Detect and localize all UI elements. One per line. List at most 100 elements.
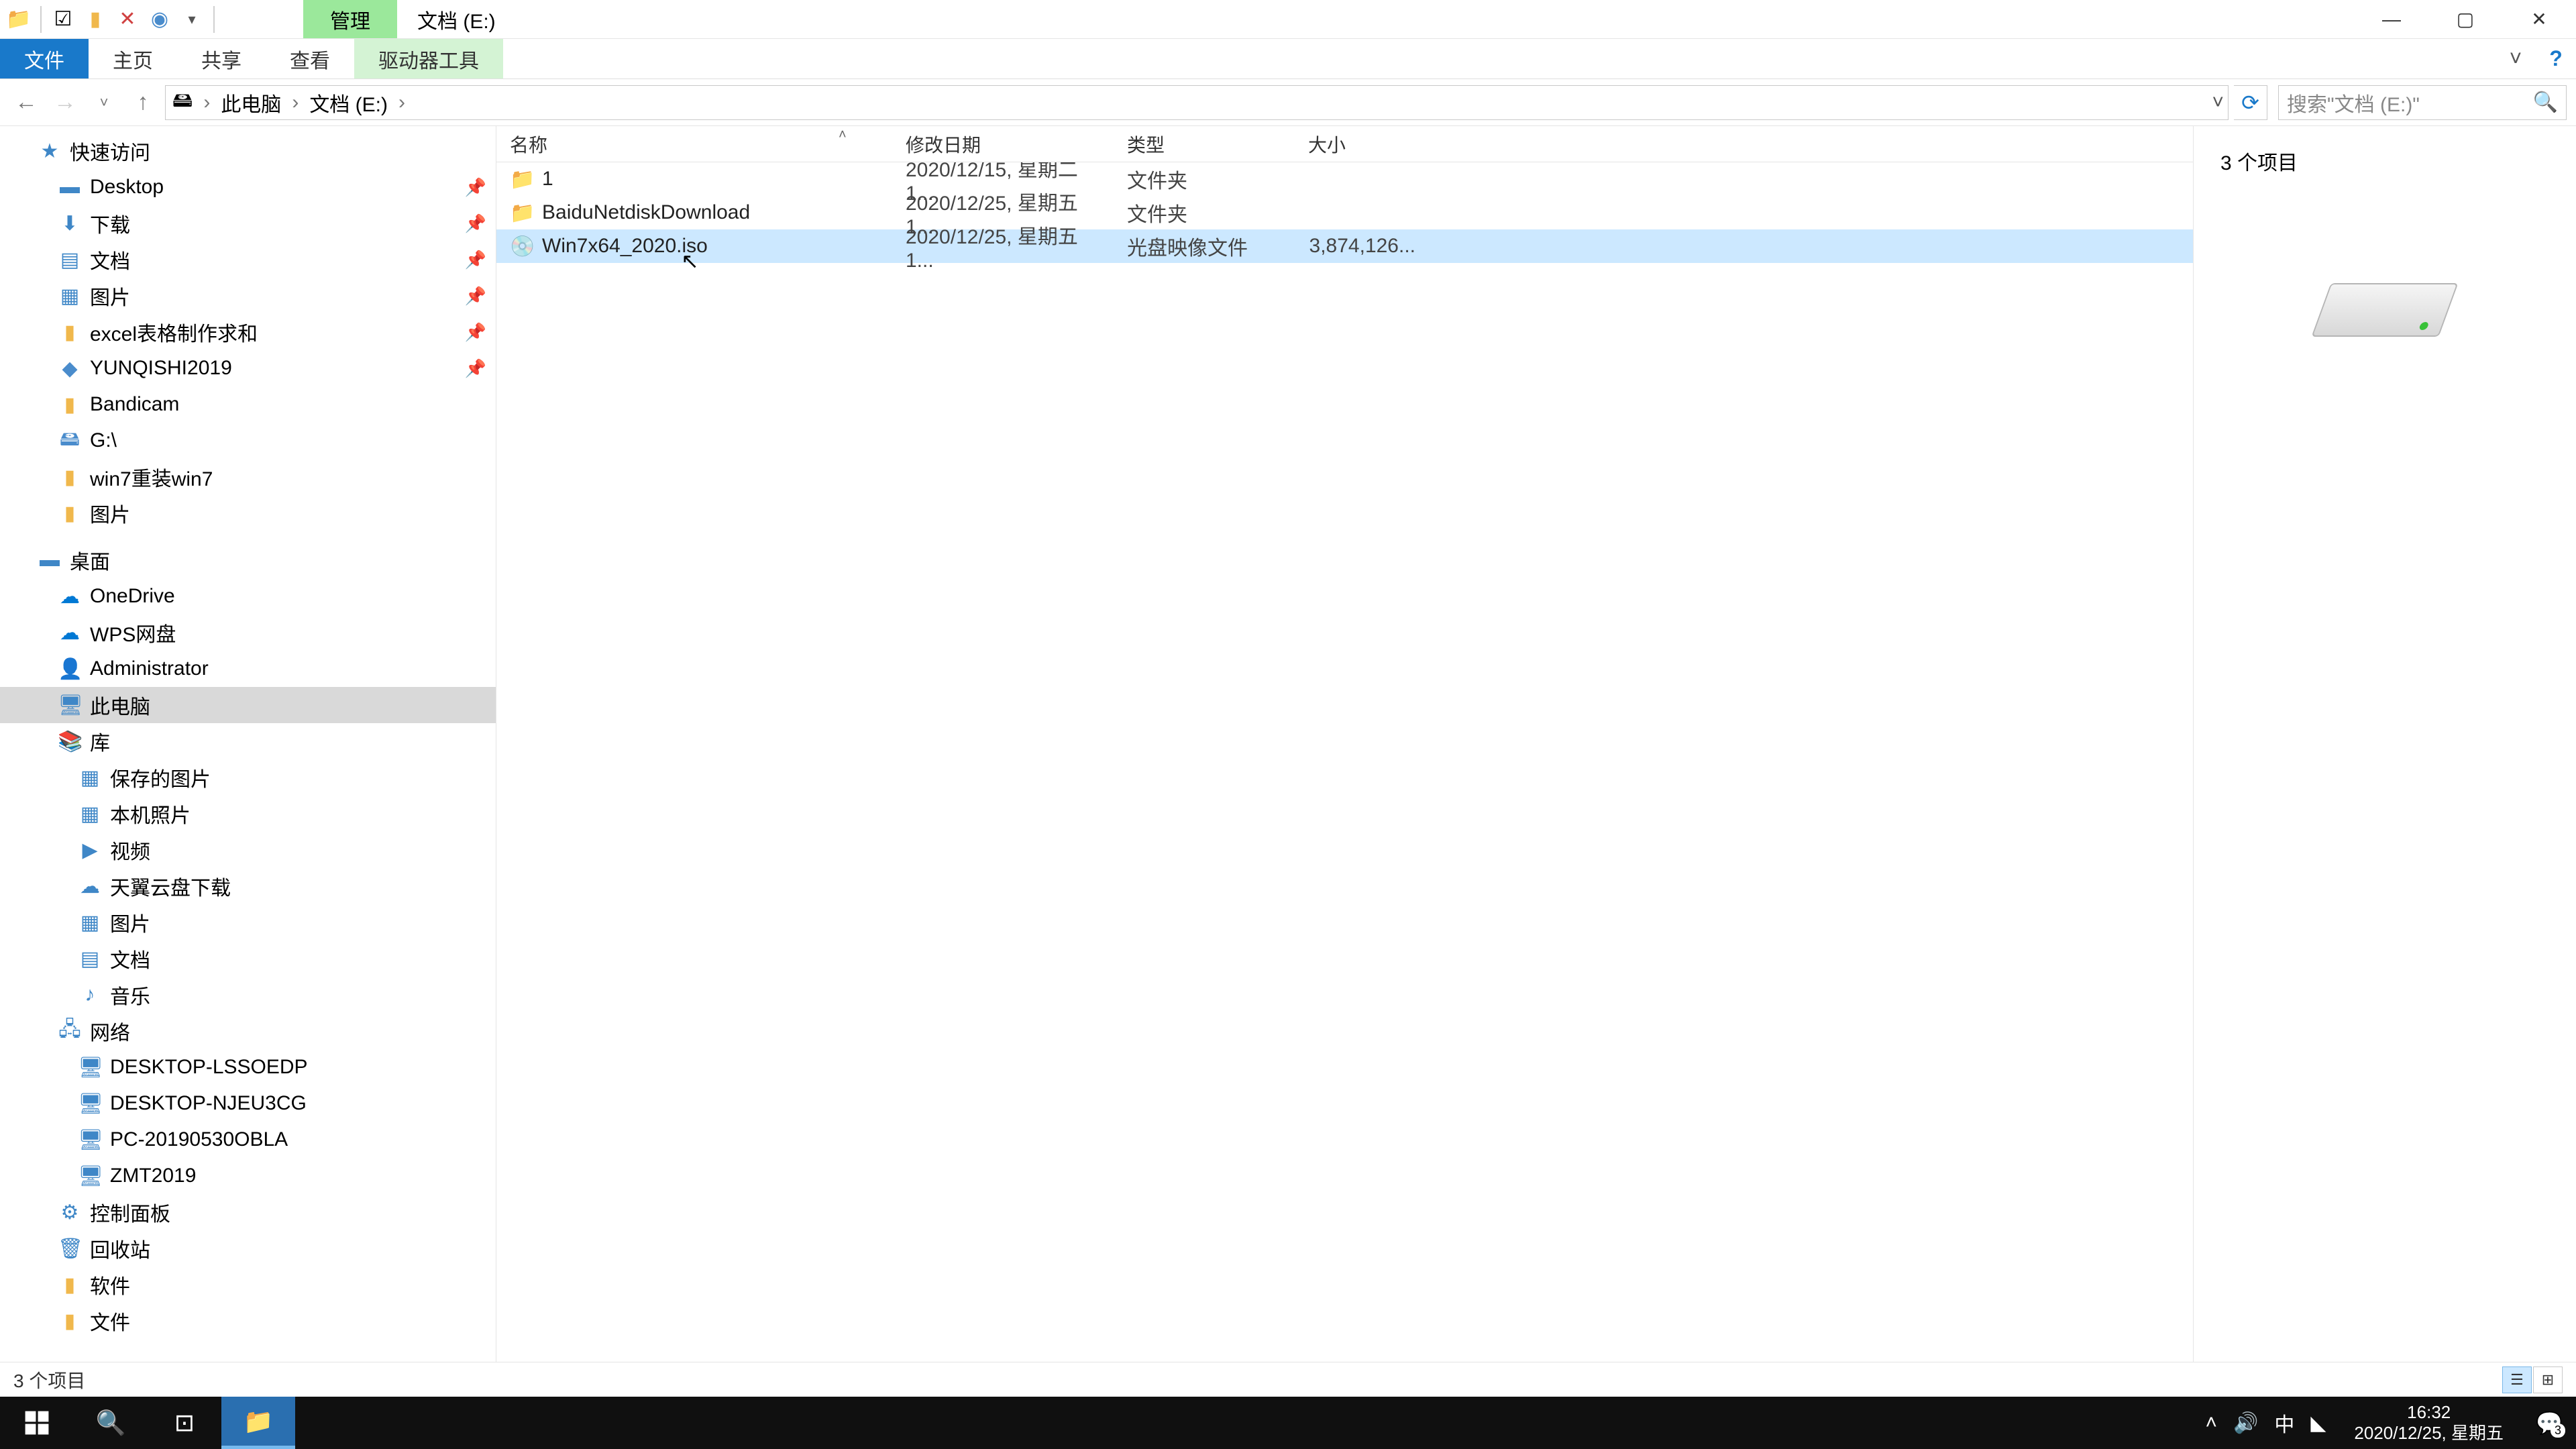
ribbon-tab-view[interactable]: 查看 — [266, 39, 354, 78]
nav-pictures[interactable]: ▦图片📌 — [0, 278, 496, 314]
app-icon[interactable]: 📁 — [5, 6, 32, 33]
nav-excel-folder[interactable]: ▮excel表格制作求和📌 — [0, 314, 496, 350]
col-type[interactable]: 类型 — [1114, 126, 1295, 162]
file-row[interactable]: 📁BaiduNetdiskDownload 2020/12/25, 星期五 1.… — [496, 196, 2193, 229]
nav-admin[interactable]: 👤Administrator — [0, 651, 496, 687]
folder-icon: 📁 — [510, 168, 533, 191]
ribbon-tab-share[interactable]: 共享 — [177, 39, 266, 78]
address-box[interactable]: 🖴 › 此电脑 › 文档 (E:) › ˅ — [165, 85, 2229, 120]
nav-docs-lib[interactable]: ▤文档 — [0, 941, 496, 977]
nav-win7-folder[interactable]: ▮win7重装win7 — [0, 459, 496, 495]
volume-icon[interactable]: 🔊 — [2233, 1411, 2258, 1435]
nav-software[interactable]: ▮软件 — [0, 1267, 496, 1303]
nav-downloads[interactable]: ⬇下载📌 — [0, 205, 496, 241]
nav-yunqishi[interactable]: ◆YUNQISHI2019📌 — [0, 350, 496, 386]
col-name[interactable]: 名称 — [496, 126, 892, 162]
nav-net2[interactable]: 🖥DESKTOP-NJEU3CG — [0, 1085, 496, 1122]
nav-back-button[interactable]: ← — [9, 86, 43, 119]
search-placeholder: 搜索"文档 (E:)" — [2287, 88, 2420, 117]
file-row[interactable]: 💿Win7x64_2020.iso 2020/12/25, 星期五 1... 光… — [496, 229, 2193, 263]
documents-icon: ▤ — [78, 947, 102, 971]
file-row[interactable]: 📁1 2020/12/15, 星期二 1... 文件夹 — [496, 162, 2193, 196]
minimize-button[interactable]: — — [2355, 0, 2428, 39]
breadcrumb-current[interactable]: 文档 (E:) — [309, 88, 388, 117]
context-tab-manage[interactable]: 管理 — [303, 0, 397, 38]
nav-pics-lib[interactable]: ▦图片 — [0, 904, 496, 941]
chevron-right-icon[interactable]: › — [199, 91, 214, 114]
nav-recycle[interactable]: 🗑回收站 — [0, 1230, 496, 1267]
sort-ascending-icon: ˄ — [839, 127, 847, 143]
file-name: Win7x64_2020.iso — [542, 235, 708, 258]
network-icon: 🖧 — [58, 1014, 82, 1049]
delete-x-icon[interactable]: ✕ — [114, 6, 141, 33]
maximize-button[interactable]: ▢ — [2428, 0, 2502, 39]
action-center-button[interactable]: 💬3 — [2532, 1405, 2567, 1440]
nav-pictures2[interactable]: ▮图片 — [0, 495, 496, 531]
ribbon-tab-home[interactable]: 主页 — [89, 39, 177, 78]
nav-net1[interactable]: 🖥DESKTOP-LSSOEDP — [0, 1049, 496, 1085]
nav-libraries[interactable]: 📚库 — [0, 723, 496, 759]
nav-onedrive[interactable]: ☁OneDrive — [0, 578, 496, 614]
taskbar-explorer-button[interactable]: 📁 — [221, 1397, 295, 1449]
start-button[interactable] — [0, 1397, 74, 1449]
nav-up-button[interactable]: ↑ — [126, 86, 160, 119]
drive-icon: 🖴 — [172, 85, 193, 119]
nav-videos[interactable]: ▶视频 — [0, 832, 496, 868]
nav-desktop-root[interactable]: ▬桌面 — [0, 542, 496, 578]
file-type: 光盘映像文件 — [1114, 229, 1295, 263]
search-input[interactable]: 搜索"文档 (E:)" 🔍 — [2278, 85, 2567, 120]
search-icon[interactable]: 🔍 — [2533, 91, 2558, 114]
col-date[interactable]: 修改日期 — [892, 126, 1114, 162]
col-size[interactable]: 大小 — [1295, 126, 1429, 162]
nav-network[interactable]: 🖧网络 — [0, 1013, 496, 1049]
chevron-right-icon[interactable]: › — [394, 91, 409, 114]
nav-desktop[interactable]: ▬Desktop📌 — [0, 169, 496, 205]
folder-icon[interactable]: ▮ — [82, 6, 109, 33]
nav-this-pc[interactable]: 🖥此电脑 — [0, 687, 496, 723]
qat-checkbox-icon[interactable]: ☑ — [50, 6, 76, 33]
nav-wps[interactable]: ☁WPS网盘 — [0, 614, 496, 651]
nav-music-lib[interactable]: ♪音乐 — [0, 977, 496, 1013]
nav-saved-pics[interactable]: ▦保存的图片 — [0, 759, 496, 796]
breadcrumb-this-pc[interactable]: 此电脑 — [221, 88, 281, 117]
close-button[interactable]: ✕ — [2502, 0, 2576, 39]
chevron-right-icon[interactable]: › — [288, 91, 303, 114]
qat-settings-icon[interactable]: ◉ — [146, 6, 173, 33]
nav-tianyi[interactable]: ☁天翼云盘下载 — [0, 868, 496, 904]
tray-app-icon[interactable]: ◣ — [2310, 1411, 2326, 1435]
navigation-pane[interactable]: ★快速访问 ▬Desktop📌 ⬇下载📌 ▤文档📌 ▦图片📌 ▮excel表格制… — [0, 126, 496, 1362]
nav-camera-roll[interactable]: ▦本机照片 — [0, 796, 496, 832]
task-view-button[interactable]: ⊡ — [148, 1397, 221, 1449]
nav-g-drive[interactable]: 🖴G:\ — [0, 423, 496, 459]
qat-dropdown-icon[interactable]: ▾ — [178, 6, 205, 33]
nav-bandicam[interactable]: ▮Bandicam — [0, 386, 496, 423]
nav-files[interactable]: ▮文件 — [0, 1303, 496, 1339]
tray-overflow-icon[interactable]: ˄ — [2205, 1411, 2217, 1434]
ribbon-tab-drive-tools[interactable]: 驱动器工具 — [354, 39, 503, 78]
nav-documents[interactable]: ▤文档📌 — [0, 241, 496, 278]
nav-forward-button[interactable]: → — [48, 86, 82, 119]
control-panel-icon: ⚙ — [58, 1201, 82, 1224]
file-list[interactable]: 📁1 2020/12/15, 星期二 1... 文件夹 📁BaiduNetdis… — [496, 162, 2193, 1362]
nav-net4[interactable]: 🖥ZMT2019 — [0, 1158, 496, 1194]
help-icon[interactable]: ? — [2536, 39, 2576, 78]
file-name: 1 — [542, 168, 553, 191]
refresh-button[interactable]: ⟳ — [2234, 85, 2267, 120]
nav-net3[interactable]: 🖥PC-20190530OBLA — [0, 1122, 496, 1158]
search-button[interactable]: 🔍 — [74, 1397, 148, 1449]
library-icon: 📚 — [58, 730, 82, 753]
notification-badge: 3 — [2551, 1424, 2565, 1438]
pc-icon: 🖥 — [58, 694, 82, 717]
ime-indicator[interactable]: 中 — [2274, 1408, 2294, 1438]
nav-recent-dropdown[interactable]: ˅ — [87, 86, 121, 119]
cloud-icon: ☁ — [58, 585, 82, 608]
ribbon-collapse-icon[interactable]: ˅ — [2496, 39, 2536, 78]
taskbar-clock[interactable]: 16:32 2020/12/25, 星期五 — [2342, 1402, 2516, 1444]
view-details-button[interactable]: ☰ — [2502, 1366, 2532, 1393]
nav-quick-access[interactable]: ★快速访问 — [0, 133, 496, 169]
window-controls: — ▢ ✕ — [2355, 0, 2576, 39]
view-large-button[interactable]: ⊞ — [2533, 1366, 2563, 1393]
nav-control-panel[interactable]: ⚙控制面板 — [0, 1194, 496, 1230]
ribbon-tab-file[interactable]: 文件 — [0, 39, 89, 78]
address-dropdown-icon[interactable]: ˅ — [2212, 91, 2224, 114]
